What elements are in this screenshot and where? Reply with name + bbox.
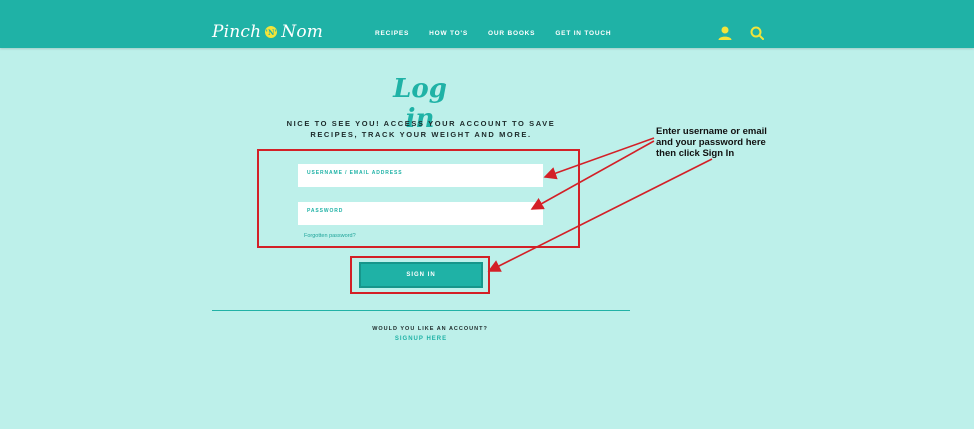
arrow-to-sign-in [487, 158, 713, 272]
annotation-arrows [487, 137, 713, 272]
